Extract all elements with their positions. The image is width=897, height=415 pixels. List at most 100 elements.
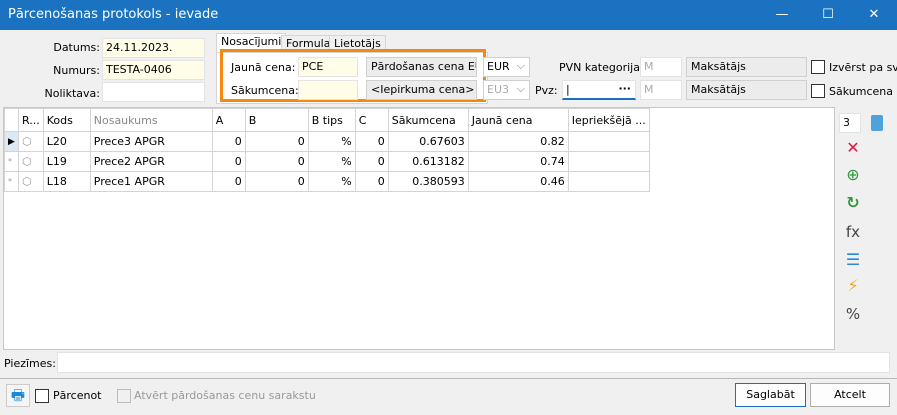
- noliktava-input[interactable]: [102, 82, 205, 102]
- list-arrow-icon[interactable]: ☰: [843, 250, 863, 270]
- cell-c[interactable]: 0: [354, 171, 389, 192]
- save-button[interactable]: Saglabāt: [735, 383, 806, 407]
- cancel-button[interactable]: Atcelt: [810, 383, 890, 407]
- cell-sakumcena[interactable]: 0.380593: [387, 171, 469, 192]
- box-icon: ⬡: [18, 131, 44, 152]
- cell-ieprieksejā[interactable]: [567, 171, 650, 192]
- calculator-icon[interactable]: [871, 115, 883, 131]
- sakumcena-label: Sākumcena:: [231, 84, 299, 97]
- title-bar: Pārcenošanas protokols - ievade — ☐ ✕: [0, 0, 897, 30]
- col-nosaukums[interactable]: Nosaukums: [89, 108, 213, 132]
- close-button[interactable]: ✕: [851, 0, 897, 30]
- cell-jauna-cena[interactable]: 0.46: [467, 171, 569, 192]
- cell-jauna-cena[interactable]: 0.82: [467, 131, 569, 152]
- atvert-checkbox: [117, 389, 131, 403]
- pvn-label: PVN kategorija:: [559, 61, 644, 74]
- cell-ieprieksejā[interactable]: [567, 151, 650, 172]
- jauna-cena-label: Jaunā cena:: [231, 61, 296, 74]
- noliktava-label: Noliktava:: [44, 87, 100, 100]
- sakumcena-chk-label: Sākumcena p: [829, 85, 897, 98]
- current-row-icon: ▶: [4, 131, 19, 152]
- cell-nosaukums[interactable]: Prece2 APGR: [89, 151, 213, 172]
- cell-c[interactable]: 0: [354, 151, 389, 172]
- cell-b[interactable]: 0: [244, 151, 309, 172]
- sakumcena-name: <Iepirkuma cena>: [366, 80, 477, 100]
- pvz-pvn-input[interactable]: M: [640, 80, 682, 100]
- jauna-cena-input[interactable]: PCE: [298, 57, 358, 77]
- cell-b-tips[interactable]: %: [307, 171, 356, 192]
- row-marker-icon: *: [4, 151, 19, 172]
- cell-kods[interactable]: L20: [42, 131, 91, 152]
- currency-select[interactable]: EUR ⌵: [483, 57, 530, 77]
- chevron-down-icon: ⌵: [516, 82, 525, 95]
- parcenot-label: Pārcenot: [53, 389, 102, 402]
- col-r[interactable]: R...: [18, 108, 44, 132]
- ellipsis-button[interactable]: ···: [618, 82, 631, 95]
- numurs-input[interactable]: TESTA-0406: [102, 60, 205, 80]
- pvz-input[interactable]: | ···: [562, 80, 636, 100]
- cell-nosaukums[interactable]: Prece1 APGR: [89, 171, 213, 192]
- numurs-label: Numurs:: [53, 64, 100, 77]
- window-title: Pārcenošanas protokols - ievade: [8, 7, 219, 22]
- notes-input[interactable]: [57, 352, 890, 373]
- cell-a[interactable]: 0: [211, 171, 246, 192]
- formula-icon[interactable]: fx: [843, 222, 863, 242]
- minimize-button[interactable]: —: [759, 0, 805, 30]
- row-marker-icon: *: [4, 171, 19, 192]
- cell-b[interactable]: 0: [244, 131, 309, 152]
- row-indicator-header: [4, 108, 19, 132]
- datums-input[interactable]: 24.11.2023.: [102, 38, 205, 58]
- pvn-input[interactable]: M: [640, 57, 682, 77]
- refresh-icon[interactable]: ↻: [843, 193, 863, 213]
- cell-nosaukums[interactable]: Prece3 APGR: [89, 131, 213, 152]
- items-grid[interactable]: R... Kods Nosaukums A B B tips C Sākumce…: [3, 107, 835, 350]
- sakumcena-input[interactable]: [298, 80, 358, 100]
- cell-a[interactable]: 0: [211, 131, 246, 152]
- col-sakumcena[interactable]: Sākumcena: [387, 108, 469, 132]
- table-row[interactable]: * ⬡ L19 Prece2 APGR 0 0 % 0 0.613182 0.7…: [4, 151, 650, 172]
- cell-ieprieksejā[interactable]: [567, 131, 650, 152]
- table-row[interactable]: * ⬡ L18 Prece1 APGR 0 0 % 0 0.380593 0.4…: [4, 171, 650, 192]
- currency2-value: EU3: [487, 83, 509, 96]
- maximize-button[interactable]: ☐: [805, 0, 851, 30]
- currency2-select: EU3 ⌵: [483, 80, 530, 100]
- cell-b-tips[interactable]: %: [307, 151, 356, 172]
- cell-kods[interactable]: L19: [42, 151, 91, 172]
- percent-icon[interactable]: %: [843, 304, 863, 324]
- count-input[interactable]: 3: [839, 113, 861, 133]
- col-a[interactable]: A: [211, 108, 246, 132]
- cell-a[interactable]: 0: [211, 151, 246, 172]
- box-icon: ⬡: [18, 151, 44, 172]
- jauna-cena-name: Pārdošanas cena EUR: [366, 57, 477, 77]
- box-icon: ⬡: [18, 171, 44, 192]
- col-c[interactable]: C: [354, 108, 389, 132]
- add-row-icon[interactable]: ⊕: [843, 165, 863, 185]
- izverst-checkbox[interactable]: [811, 60, 825, 74]
- currency-value: EUR: [487, 60, 510, 73]
- cell-jauna-cena[interactable]: 0.74: [467, 151, 569, 172]
- grid-header: R... Kods Nosaukums A B B tips C Sākumce…: [4, 108, 650, 132]
- cell-c[interactable]: 0: [354, 131, 389, 152]
- table-row[interactable]: ▶ ⬡ L20 Prece3 APGR 0 0 % 0 0.67603 0.82: [4, 131, 650, 152]
- notes-label: Piezīmes:: [4, 357, 56, 370]
- cell-sakumcena[interactable]: 0.67603: [387, 131, 469, 152]
- col-b[interactable]: B: [244, 108, 309, 132]
- cell-sakumcena[interactable]: 0.613182: [387, 151, 469, 172]
- parcenot-checkbox[interactable]: [35, 389, 49, 403]
- col-b-tips[interactable]: B tips: [307, 108, 356, 132]
- pvz-pvn-name: Maksātājs: [686, 80, 807, 100]
- cell-kods[interactable]: L18: [42, 171, 91, 192]
- col-kods[interactable]: Kods: [42, 108, 91, 132]
- col-ieprieksejā[interactable]: Iepriekšējā ...: [567, 108, 650, 132]
- lightning-icon[interactable]: ⚡: [843, 276, 863, 296]
- sakumcena-checkbox[interactable]: [811, 84, 825, 98]
- cell-b-tips[interactable]: %: [307, 131, 356, 152]
- izverst-label: Izvērst pa sv: [829, 61, 897, 74]
- print-icon[interactable]: 🖶: [6, 384, 30, 407]
- delete-icon[interactable]: ✕: [843, 138, 863, 158]
- pvz-label: Pvz:: [535, 84, 558, 97]
- col-jauna-cena[interactable]: Jaunā cena: [467, 108, 569, 132]
- cell-b[interactable]: 0: [244, 171, 309, 192]
- datums-label: Datums:: [53, 41, 100, 54]
- atvert-label: Atvērt pārdošanas cenu sarakstu: [134, 389, 316, 402]
